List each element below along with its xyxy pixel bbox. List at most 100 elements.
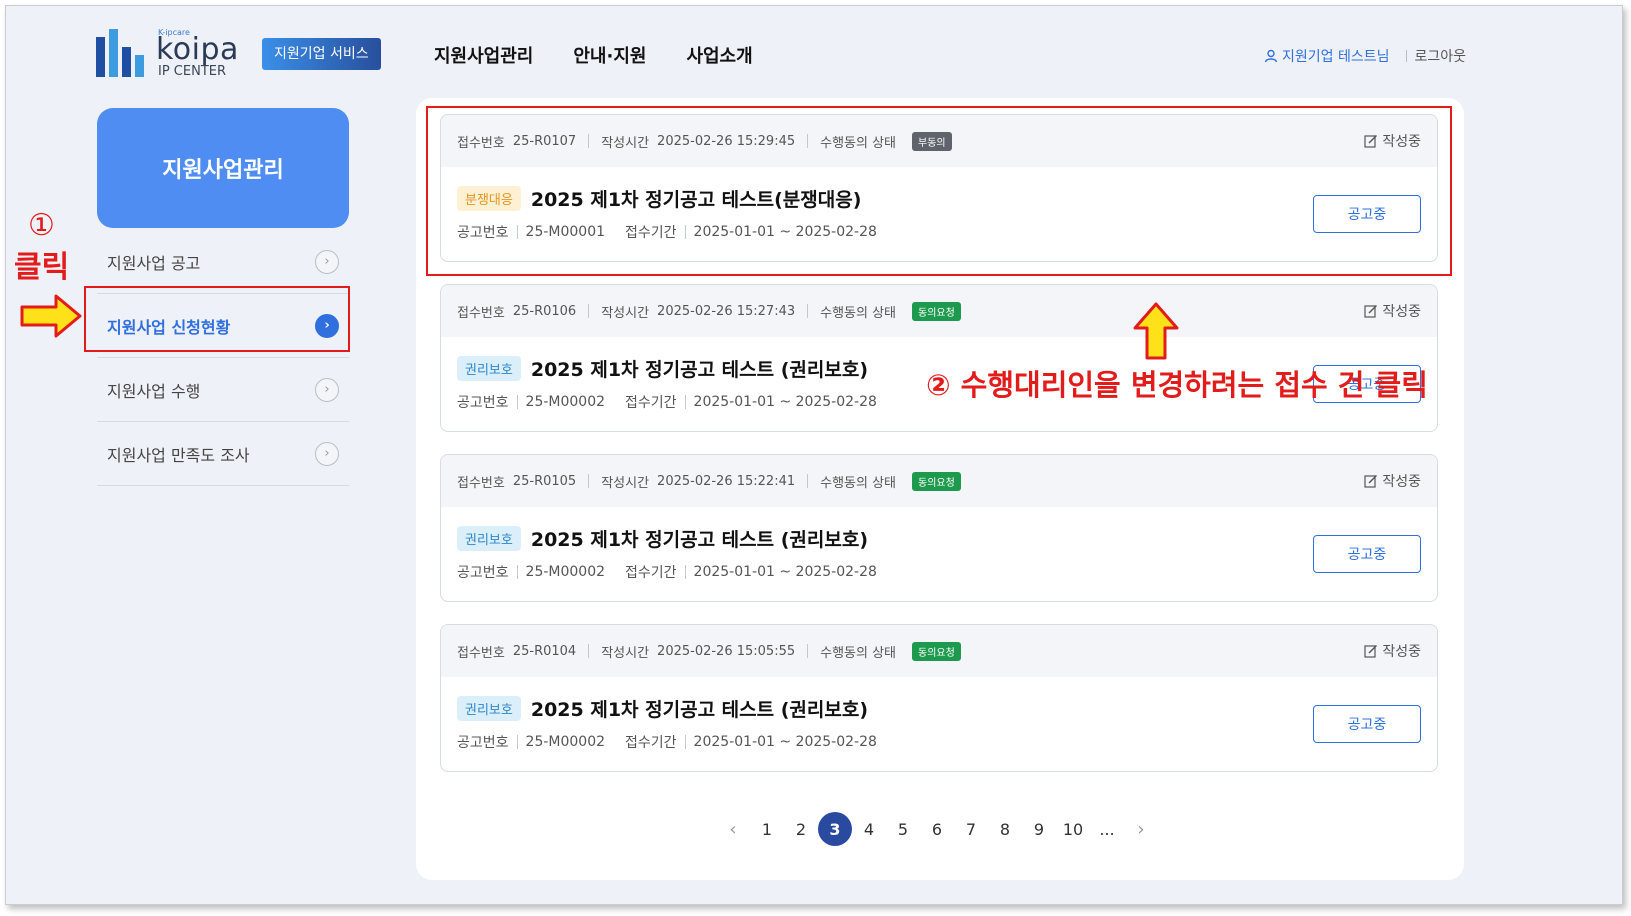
- page-8[interactable]: 8: [988, 812, 1022, 846]
- divider: [684, 395, 686, 409]
- edit-icon: [1364, 475, 1378, 488]
- receipt-period: 2025-01-01 ~ 2025-02-28: [693, 734, 877, 750]
- page-1[interactable]: 1: [750, 812, 784, 846]
- page-3-current[interactable]: 3: [818, 812, 852, 846]
- divider: [516, 395, 518, 409]
- agreement-status-label: 수행동의 상태: [820, 645, 897, 661]
- sidebar-item-label: 지원사업 수행: [107, 381, 201, 401]
- page-4[interactable]: 4: [852, 812, 886, 846]
- edit-status[interactable]: 작성중: [1364, 471, 1421, 491]
- divider: [684, 565, 686, 579]
- divider: [807, 644, 809, 658]
- card-title[interactable]: 2025 제1차 정기공고 테스트 (권리보호): [531, 525, 868, 552]
- divider: [588, 304, 590, 318]
- notice-no: 25-M00002: [525, 394, 606, 410]
- notice-no-label: 공고번호: [457, 735, 509, 751]
- edit-status[interactable]: 작성중: [1364, 301, 1421, 321]
- page-ellipsis[interactable]: ...: [1090, 812, 1124, 846]
- card-title[interactable]: 2025 제1차 정기공고 테스트 (권리보호): [531, 355, 868, 382]
- edit-label: 작성중: [1382, 304, 1421, 320]
- logo-mark-icon: [96, 29, 144, 77]
- application-card[interactable]: 접수번호 25-R0106 작성시간 2025-02-26 15:27:43 수…: [440, 284, 1438, 432]
- receipt-period-label: 접수기간: [625, 565, 677, 581]
- user-link[interactable]: 지원기업 테스트: [1264, 46, 1377, 66]
- logo-sub: IP CENTER: [158, 64, 227, 79]
- arrow-icon: [1133, 302, 1179, 360]
- divider: [588, 644, 590, 658]
- card-title[interactable]: 2025 제1차 정기공고 테스트 (권리보호): [531, 695, 868, 722]
- chevron-right-icon: ›: [315, 441, 339, 466]
- application-card[interactable]: 접수번호 25-R0105 작성시간 2025-02-26 15:22:41 수…: [440, 454, 1438, 602]
- chevron-right-icon: ›: [315, 377, 339, 402]
- status-badge: 동의요청: [912, 471, 961, 491]
- arrow-icon: [20, 294, 82, 338]
- top-nav: 지원사업관리 안내·지원 사업소개: [434, 42, 753, 68]
- page-5[interactable]: 5: [886, 812, 920, 846]
- created-time: 2025-02-26 15:27:43: [657, 303, 796, 319]
- pagination: ‹ 1 2 3 4 5 6 7 8 9 10 ... ›: [716, 812, 1158, 846]
- created-time-label: 작성시간: [601, 645, 650, 661]
- divider: [1405, 50, 1407, 62]
- page-7[interactable]: 7: [954, 812, 988, 846]
- sidebar-title: 지원사업관리: [97, 108, 349, 228]
- user-icon: [1264, 49, 1278, 63]
- sidebar-menu: 지원사업 공고 › 지원사업 신청현황 › 지원사업 수행 › 지원사업 만족도…: [97, 230, 349, 486]
- app-window: K-ipcare koipa IP CENTER 지원기업 서비스 지원사업관리…: [5, 5, 1623, 905]
- page-6[interactable]: 6: [920, 812, 954, 846]
- sidebar-item-label: 지원사업 공고: [107, 253, 201, 273]
- next-page-button[interactable]: ›: [1124, 812, 1158, 846]
- edit-icon: [1364, 645, 1378, 658]
- receipt-period: 2025-01-01 ~ 2025-02-28: [693, 564, 877, 580]
- page-2[interactable]: 2: [784, 812, 818, 846]
- receipt-no-label: 접수번호: [457, 305, 505, 321]
- notice-state-button[interactable]: 공고중: [1313, 535, 1421, 573]
- nav-item-support-management[interactable]: 지원사업관리: [434, 42, 533, 68]
- receipt-no: 25-R0106: [512, 303, 577, 319]
- chevron-right-icon: ›: [315, 249, 339, 274]
- sidebar-item-performance[interactable]: 지원사업 수행 ›: [97, 358, 349, 422]
- logo-main: koipa: [156, 32, 239, 67]
- koipa-logo[interactable]: K-ipcare koipa IP CENTER: [96, 26, 246, 80]
- receipt-period-label: 접수기간: [625, 735, 677, 751]
- receipt-no: 25-R0105: [512, 473, 577, 489]
- divider: [588, 474, 590, 488]
- annotation-step1-number: ①: [28, 208, 55, 243]
- notice-no: 25-M00002: [525, 564, 606, 580]
- divider: [807, 474, 809, 488]
- divider: [516, 565, 518, 579]
- receipt-no-label: 접수번호: [457, 645, 505, 661]
- edit-status[interactable]: 작성중: [1364, 641, 1421, 661]
- highlight-sidebar-item: [84, 286, 350, 352]
- logout-button[interactable]: 로그아웃: [1415, 46, 1467, 66]
- user-suffix: 님: [1376, 49, 1390, 65]
- service-badge: 지원기업 서비스: [262, 38, 381, 70]
- notice-state-button[interactable]: 공고중: [1313, 705, 1421, 743]
- prev-page-button[interactable]: ‹: [716, 812, 750, 846]
- receipt-no-label: 접수번호: [457, 475, 505, 491]
- category-badge: 권리보호: [457, 356, 521, 381]
- agreement-status-label: 수행동의 상태: [820, 305, 897, 321]
- category-badge: 권리보호: [457, 696, 521, 721]
- page-10[interactable]: 10: [1056, 812, 1090, 846]
- receipt-period: 2025-01-01 ~ 2025-02-28: [693, 394, 877, 410]
- application-card[interactable]: 접수번호 25-R0104 작성시간 2025-02-26 15:05:55 수…: [440, 624, 1438, 772]
- receipt-period-label: 접수기간: [625, 395, 677, 411]
- status-badge: 동의요청: [912, 641, 961, 661]
- created-time-label: 작성시간: [601, 305, 650, 321]
- sidebar-item-label: 지원사업 만족도 조사: [107, 445, 250, 465]
- receipt-no: 25-R0104: [512, 643, 577, 659]
- edit-label: 작성중: [1382, 474, 1421, 490]
- user-area: 지원기업 테스트 님 로그아웃: [1264, 46, 1466, 66]
- page-9[interactable]: 9: [1022, 812, 1056, 846]
- nav-item-business-intro[interactable]: 사업소개: [686, 42, 752, 68]
- sidebar-item-satisfaction-survey[interactable]: 지원사업 만족도 조사 ›: [97, 422, 349, 486]
- divider: [516, 735, 518, 749]
- agreement-status-label: 수행동의 상태: [820, 475, 897, 491]
- notice-no-label: 공고번호: [457, 395, 509, 411]
- created-time-label: 작성시간: [601, 475, 650, 491]
- sidebar-item-notice[interactable]: 지원사업 공고 ›: [97, 230, 349, 294]
- nav-item-guide-support[interactable]: 안내·지원: [573, 42, 646, 68]
- notice-no: 25-M00002: [525, 734, 606, 750]
- edit-icon: [1364, 305, 1378, 318]
- annotation-step2-text: ② 수행대리인을 변경하려는 접수 건 클릭: [926, 368, 1428, 402]
